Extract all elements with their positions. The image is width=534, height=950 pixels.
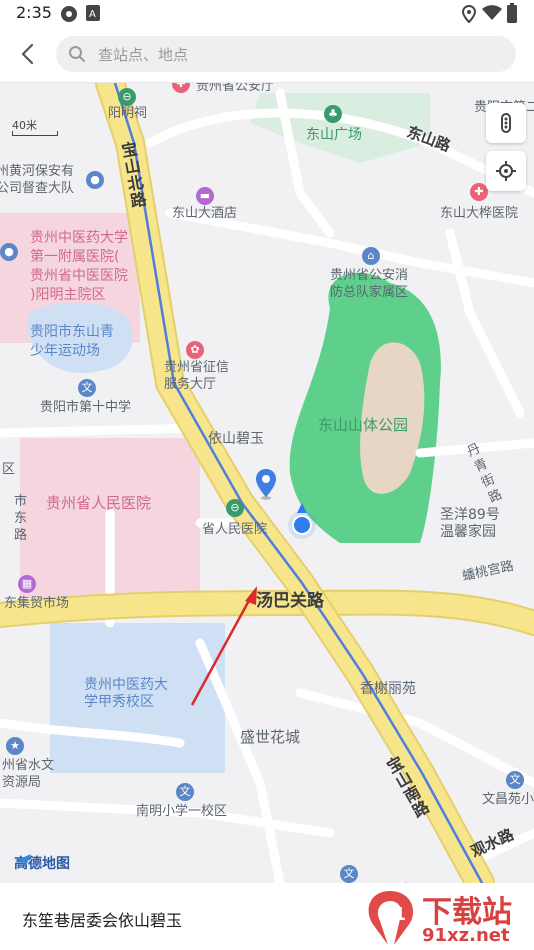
locate-me-button[interactable] — [486, 151, 526, 191]
map-view[interactable]: 40米 贵州省公安厅 阳明祠 贵阳市第二 东山广场 东山路 州黄河保安有 公司督… — [0, 83, 534, 883]
amap-logo: 高德地图 — [14, 853, 70, 873]
label-shidong-road: 市东路 — [14, 494, 28, 543]
metro-station-icon[interactable]: ⊖ — [226, 499, 244, 517]
label-dongshan-hotel: 东山大酒店 — [172, 206, 238, 221]
label-tcm-jiaxiu: 贵州中医药大 学甲秀校区 — [84, 677, 168, 710]
traffic-icon — [501, 113, 511, 133]
water-bureau-poi-icon[interactable]: ★ — [6, 737, 24, 755]
label-fire-brigade: 贵州省公安消 防总队家属区 — [330, 268, 409, 300]
residence-poi-icon[interactable]: ⌂ — [362, 247, 380, 265]
watermark-site: 91xz.net — [422, 925, 510, 946]
company-poi-icon[interactable]: ● — [86, 171, 104, 189]
label-wenchang-garden: 文昌苑小 — [482, 792, 534, 807]
location-info-panel[interactable]: 东笙巷居委会依山碧玉 91 下载站 91xz.net — [0, 883, 534, 950]
label-shengyang-89: 圣洋89号 温馨家园 — [440, 507, 500, 540]
label-dongshan-park: 东山山体公园 — [318, 416, 409, 434]
scale-bar — [12, 131, 58, 136]
label-tcm-hospital: 贵州中医药大学 第一附属医院( 贵州省中医医院 )阳明主院区 — [30, 230, 128, 303]
label-xiangxie-liyuan: 香榭丽苑 — [360, 681, 416, 697]
svg-text:A: A — [89, 9, 96, 20]
market-poi-icon[interactable]: ▦ — [18, 575, 36, 593]
school-poi-icon[interactable]: 文 — [78, 379, 96, 397]
search-icon — [69, 46, 85, 62]
label-tangbaguan-road: 汤巴关路 — [256, 591, 324, 611]
selected-address: 东笙巷居委会依山碧玉 — [22, 911, 183, 930]
back-arrow-icon[interactable] — [14, 40, 42, 68]
label-dongshan-square: 东山广场 — [306, 127, 362, 143]
label-district: 区 — [2, 462, 16, 477]
search-header: 查站点、地点 — [0, 28, 534, 83]
amap-logo-icon — [15, 854, 31, 868]
status-time: 2:35 — [16, 3, 52, 22]
label-shengshi-huacheng: 盛世花城 — [240, 728, 301, 746]
status-bar: 2:35 A — [0, 0, 534, 28]
watermark-logo-icon: 91 — [368, 891, 414, 945]
label-no10-middle: 贵阳市第十中学 — [40, 400, 132, 415]
app-notification-icon: A — [86, 5, 100, 21]
wenchang-school-poi-icon[interactable]: 文 — [506, 771, 524, 789]
search-placeholder: 查站点、地点 — [98, 46, 189, 64]
hospital-poi-icon[interactable]: ● — [0, 243, 18, 261]
label-dongji-market: 东集贸市场 — [4, 596, 70, 611]
label-provincial-hospital: 贵州省人民医院 — [46, 494, 152, 512]
label-credit-hall: 贵州省征信 服务大厅 — [164, 360, 230, 392]
location-icon — [462, 5, 476, 23]
wifi-icon — [482, 5, 502, 20]
label-public-security: 贵州省公安厅 — [196, 83, 275, 94]
hotel-poi-icon[interactable]: ▬ — [196, 187, 214, 205]
map-scale: 40米 — [12, 117, 58, 136]
current-location-icon — [288, 503, 316, 539]
label-yishan-biyu: 依山碧玉 — [208, 431, 264, 447]
nanming-school-poi-icon[interactable]: 文 — [176, 783, 194, 801]
site-watermark: 91 下载站 91xz.net — [360, 887, 530, 947]
label-huanghe-security: 州黄河保安有 公司督查大队 — [0, 164, 75, 196]
label-provincial-hospital-station: 省人民医院 — [202, 522, 268, 537]
crosshair-icon — [496, 161, 516, 181]
label-yangmingci: 阳明祠 — [108, 106, 148, 121]
search-input[interactable]: 查站点、地点 — [56, 36, 516, 72]
vpn-icon — [61, 6, 77, 22]
square-poi-icon[interactable]: ♣ — [324, 105, 342, 123]
layers-button[interactable] — [486, 103, 526, 143]
label-water-resources: 州省水文 资源局 — [2, 758, 55, 790]
label-nanming-primary: 南明小学一校区 — [136, 804, 228, 819]
battery-icon — [507, 3, 517, 23]
svg-text:91: 91 — [381, 904, 406, 925]
subway-station-icon[interactable]: ⊖ — [118, 88, 136, 106]
credit-hall-poi-icon[interactable]: ✿ — [186, 341, 204, 359]
school-poi-icon-2[interactable]: 文 — [340, 865, 358, 883]
label-dongshan-clinic: 东山大桦医院 — [440, 206, 519, 221]
selected-location-pin-icon[interactable] — [254, 468, 278, 500]
label-youth-sports: 贵阳市东山青 少年运动场 — [30, 324, 114, 359]
